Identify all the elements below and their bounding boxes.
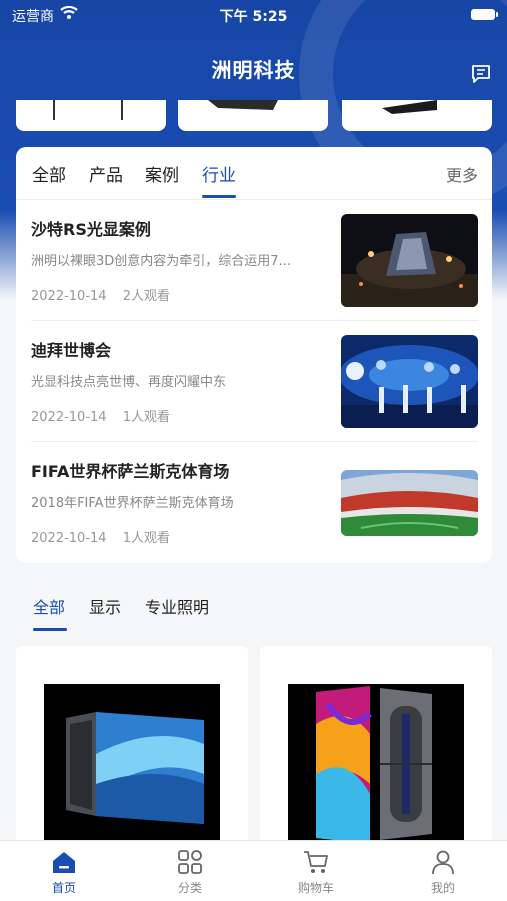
news-date: 2022-10-14: [31, 410, 107, 425]
news-title: FIFA世界杯萨兰斯克体育场: [31, 462, 230, 481]
tabbar-home[interactable]: 首页: [24, 849, 104, 896]
news-title: 迪拜世博会: [31, 341, 112, 360]
status-time: 下午 5:25: [219, 9, 288, 25]
news-item[interactable]: 迪拜世博会 光显科技点亮世博、再度闪耀中东 2022-10-14 1人观看: [16, 321, 492, 442]
news-card: 全部 产品 案例 行业 更多 沙特RS光显案例 洲明以裸眼3D创意内容为牵引，综…: [16, 147, 492, 563]
news-views: 1人观看: [122, 531, 170, 546]
tabbar-label: 首页: [51, 881, 76, 895]
category-tabs: 全部 显示 专业照明: [16, 584, 492, 634]
cart-icon: [304, 851, 328, 873]
tabbar-label: 分类: [177, 881, 202, 895]
bottom-tab-bar: 首页 分类 购物车 我的: [0, 840, 507, 901]
news-views: 2人观看: [122, 289, 170, 304]
news-thumbnail: [341, 470, 478, 536]
news-date: 2022-10-14: [31, 289, 107, 304]
category-lighting[interactable]: 专业照明: [145, 594, 209, 618]
message-icon[interactable]: [469, 62, 493, 86]
user-icon: [432, 850, 454, 875]
tabbar-profile[interactable]: 我的: [403, 849, 483, 896]
tabbar-category[interactable]: 分类: [150, 849, 230, 896]
active-category-indicator: [33, 628, 67, 631]
display-panel-image: [382, 100, 437, 114]
tabbar-label: 我的: [430, 881, 455, 895]
news-meta: 2022-10-14 2人观看: [31, 285, 182, 304]
news-desc: 洲明以裸眼3D创意内容为牵引，综合运用7...: [31, 254, 291, 269]
news-thumbnail: [341, 335, 478, 428]
tab-cases[interactable]: 案例: [145, 161, 179, 186]
category-display[interactable]: 显示: [89, 594, 121, 618]
news-title: 沙特RS光显案例: [31, 220, 151, 239]
product-card[interactable]: [16, 646, 248, 846]
tab-products[interactable]: 产品: [89, 161, 123, 186]
strip-card[interactable]: [16, 100, 166, 131]
status-bar: 运营商 下午 5:25: [0, 0, 507, 30]
more-link[interactable]: 更多: [446, 162, 478, 186]
news-meta: 2022-10-14 1人观看: [31, 406, 182, 425]
grid-icon: [178, 850, 202, 874]
tabbar-label: 购物车: [297, 881, 334, 895]
product-strip: [16, 100, 492, 132]
news-item[interactable]: FIFA世界杯萨兰斯克体育场 2018年FIFA世界杯萨兰斯克体育场 2022-…: [16, 442, 492, 563]
news-thumbnail: [341, 214, 478, 307]
tab-all[interactable]: 全部: [32, 161, 66, 186]
strip-card[interactable]: [178, 100, 328, 131]
tabbar-cart[interactable]: 购物车: [276, 849, 356, 896]
home-icon: [53, 852, 75, 873]
strip-card[interactable]: [342, 100, 492, 131]
news-item[interactable]: 沙特RS光显案例 洲明以裸眼3D创意内容为牵引，综合运用7... 2022-10…: [16, 200, 492, 321]
news-desc: 光显科技点亮世博、再度闪耀中东: [31, 375, 227, 390]
page-title: 洲明科技: [211, 58, 296, 82]
news-desc: 2018年FIFA世界杯萨兰斯克体育场: [31, 496, 234, 511]
display-stand-image: [53, 100, 123, 120]
battery-icon: [471, 9, 498, 20]
category-all[interactable]: 全部: [33, 594, 65, 618]
tab-industry[interactable]: 行业: [202, 161, 236, 186]
active-tab-indicator: [202, 195, 236, 198]
news-date: 2022-10-14: [31, 531, 107, 546]
news-views: 1人观看: [122, 410, 170, 425]
news-meta: 2022-10-14 1人观看: [31, 527, 182, 546]
product-image: [44, 684, 220, 846]
product-card[interactable]: [260, 646, 492, 846]
news-tabs: 全部 产品 案例 行业 更多: [16, 147, 492, 200]
display-panel-image: [208, 100, 278, 110]
product-image: [288, 684, 464, 846]
